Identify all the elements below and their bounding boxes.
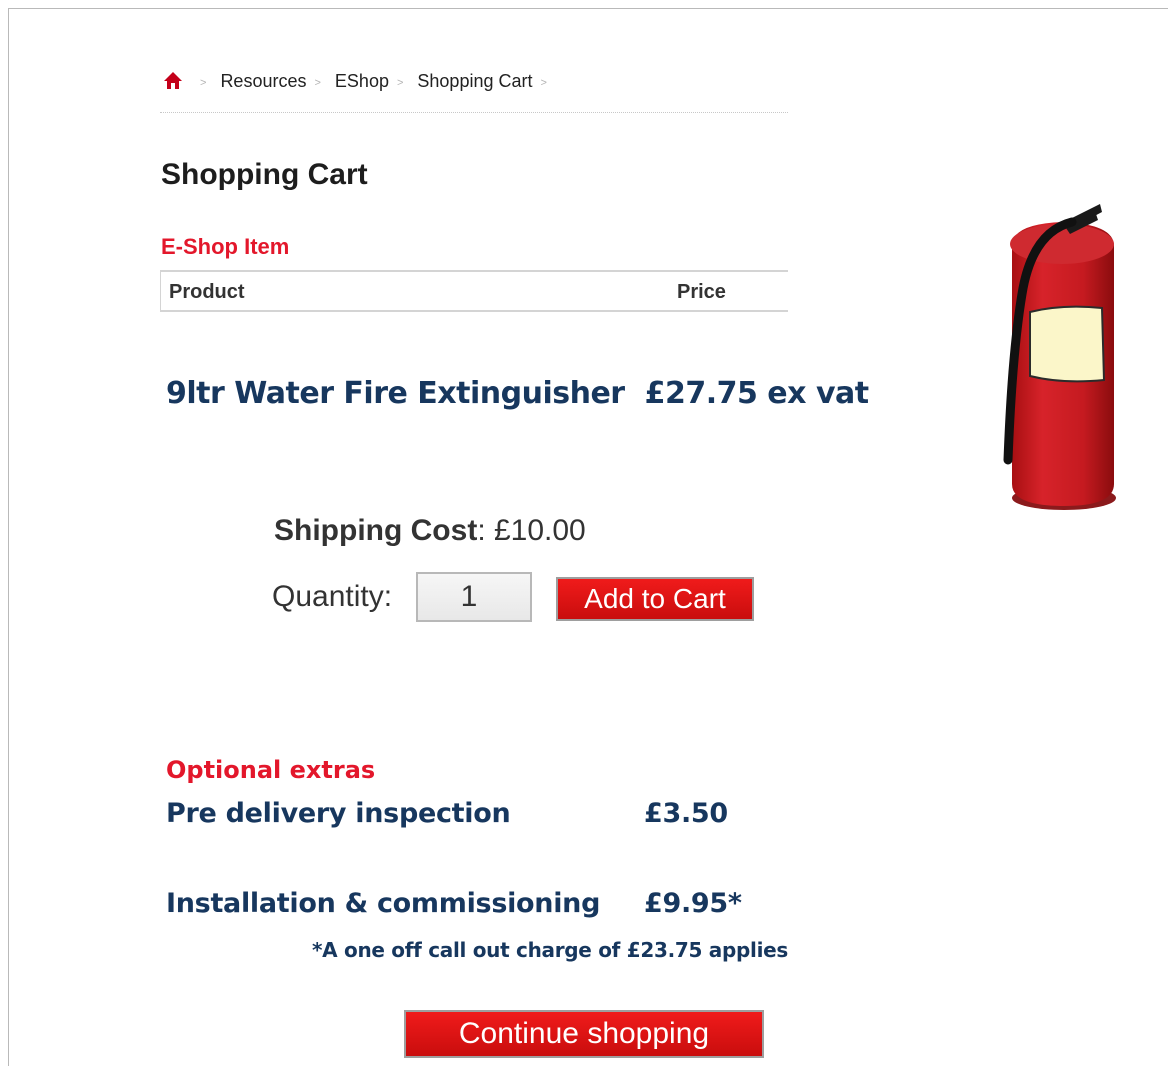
- add-to-cart-button[interactable]: Add to Cart: [556, 577, 754, 621]
- shipping-value: : £10.00: [477, 514, 586, 547]
- shipping-cost: Shipping Cost: £10.00: [274, 514, 586, 548]
- extra-item-name: Pre delivery inspection: [166, 798, 511, 829]
- section-title: E-Shop Item: [161, 234, 290, 259]
- breadcrumb: > Resources > EShop > Shopping Cart >: [162, 68, 561, 94]
- breadcrumb-item-eshop[interactable]: EShop: [335, 71, 389, 92]
- page-title: Shopping Cart: [161, 158, 368, 191]
- breadcrumb-separator: >: [396, 77, 404, 89]
- extra-item-name: Installation & commissioning: [166, 888, 601, 919]
- extra-item-price: £9.95*: [644, 888, 742, 919]
- quantity-input[interactable]: [416, 572, 532, 622]
- product-price: £27.75 ex vat: [644, 376, 870, 411]
- product-line: 9ltr Water Fire Extinguisher £27.75 ex va…: [166, 376, 869, 411]
- call-out-footnote: *A one off call out charge of £23.75 app…: [312, 938, 788, 962]
- cart-table-header: Product Price: [160, 270, 788, 312]
- optional-extras-title: Optional extras: [166, 756, 376, 784]
- breadcrumb-separator: >: [314, 77, 321, 89]
- quantity-label: Quantity:: [272, 580, 393, 613]
- breadcrumb-separator: >: [540, 77, 547, 89]
- breadcrumb-separator: >: [200, 77, 207, 89]
- breadcrumb-divider: [160, 112, 788, 113]
- column-header-price: Price: [677, 281, 726, 303]
- shipping-label: Shipping Cost: [274, 514, 478, 547]
- extra-item-pre-delivery: Pre delivery inspection £3.50: [166, 798, 728, 829]
- product-name: 9ltr Water Fire Extinguisher: [166, 376, 625, 411]
- extra-item-price: £3.50: [644, 798, 728, 829]
- extra-item-installation: Installation & commissioning £9.95*: [166, 888, 742, 919]
- home-icon[interactable]: [162, 70, 184, 92]
- breadcrumb-item-resources[interactable]: Resources: [220, 71, 306, 92]
- fire-extinguisher-icon: [992, 184, 1132, 514]
- continue-shopping-button[interactable]: Continue shopping: [404, 1010, 764, 1058]
- breadcrumb-item-shopping-cart[interactable]: Shopping Cart: [417, 71, 532, 92]
- column-header-product: Product: [169, 281, 245, 303]
